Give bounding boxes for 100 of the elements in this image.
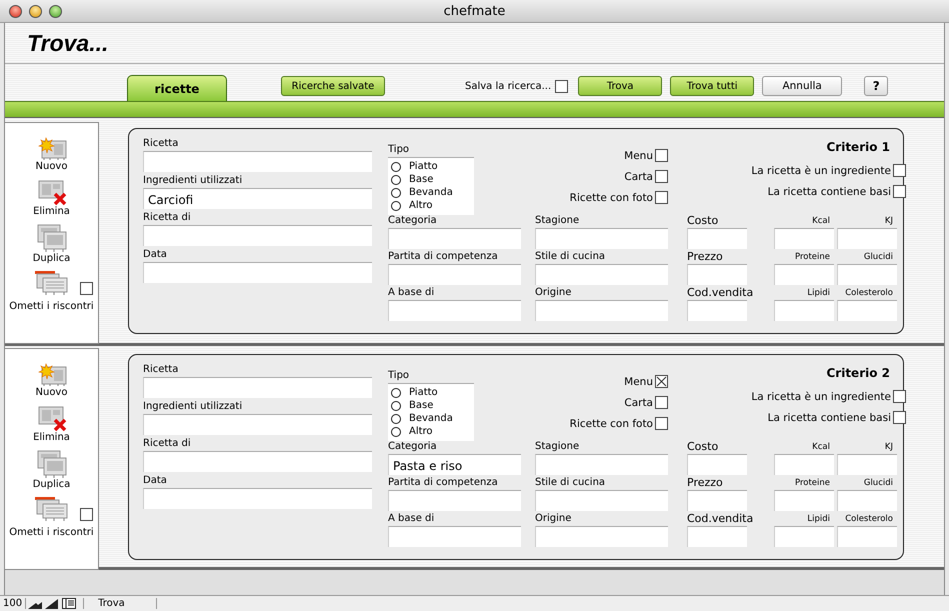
input-field[interactable] <box>774 490 834 511</box>
field-label: Categoria <box>388 440 438 454</box>
mode-indicator: Trova <box>83 598 158 609</box>
radio-option[interactable]: Piatto <box>391 160 474 173</box>
input-field[interactable] <box>774 228 834 249</box>
checkbox[interactable] <box>893 390 906 403</box>
checkbox[interactable] <box>655 375 668 388</box>
radio-option[interactable]: Altro <box>391 425 474 438</box>
checkbox[interactable] <box>555 80 568 93</box>
radio-option[interactable]: Altro <box>391 199 474 212</box>
find-button[interactable]: Trova tutti <box>670 76 754 96</box>
radio-option[interactable]: Piatto <box>391 386 474 399</box>
input-field[interactable] <box>837 300 897 321</box>
input-field[interactable] <box>535 490 668 511</box>
radio-button[interactable] <box>391 426 401 436</box>
sidebar-action[interactable]: Duplica <box>32 479 70 490</box>
input-field[interactable] <box>837 228 897 249</box>
checkbox[interactable] <box>893 411 906 424</box>
radio-option[interactable]: Base <box>391 173 474 186</box>
input-field[interactable] <box>388 228 521 249</box>
input-field[interactable] <box>143 488 372 509</box>
checkbox[interactable] <box>655 170 668 183</box>
input-field[interactable] <box>687 526 747 547</box>
input-field[interactable] <box>687 454 747 475</box>
checkbox[interactable] <box>655 149 668 162</box>
checkbox[interactable] <box>655 191 668 204</box>
field-label: Ricetta <box>143 137 180 151</box>
sidebar-action[interactable]: Ometti i riscontri <box>9 527 94 538</box>
input-field[interactable] <box>837 454 897 475</box>
radio-button[interactable] <box>391 388 401 398</box>
input-field[interactable]: Carciofi <box>143 188 372 209</box>
input-field[interactable] <box>143 377 372 398</box>
checkbox-label: La ricetta contiene basi <box>768 186 891 198</box>
input-field[interactable] <box>535 300 668 321</box>
input-field[interactable] <box>774 526 834 547</box>
radio-button[interactable] <box>391 162 401 172</box>
input-field[interactable] <box>143 414 372 435</box>
omit-records-icon <box>34 270 70 296</box>
input-field[interactable] <box>774 264 834 285</box>
radio-button[interactable] <box>391 400 401 410</box>
input-field[interactable] <box>143 451 372 472</box>
input-field[interactable] <box>774 300 834 321</box>
help-button[interactable]: ? <box>864 76 888 96</box>
radio-button[interactable] <box>391 200 401 210</box>
checkbox[interactable] <box>893 185 906 198</box>
checkbox[interactable] <box>80 508 93 521</box>
sidebar-action[interactable]: Nuovo <box>36 387 68 398</box>
sidebar-action[interactable]: Nuovo <box>36 161 68 172</box>
input-field[interactable] <box>143 151 372 172</box>
field-label: Prezzo <box>687 250 723 264</box>
layout-title: Trova... <box>27 30 108 56</box>
input-field[interactable] <box>687 490 747 511</box>
zoom-button[interactable] <box>49 4 62 18</box>
input-field[interactable] <box>535 228 668 249</box>
input-field[interactable] <box>837 526 897 547</box>
sidebar-action[interactable]: Elimina <box>33 206 70 217</box>
radio-button[interactable] <box>391 414 401 424</box>
input-field[interactable] <box>837 490 897 511</box>
radio-label: Bevanda <box>409 187 453 198</box>
input-field[interactable] <box>687 228 747 249</box>
field-label: Origine <box>535 286 572 300</box>
field-label: A base di <box>388 286 436 300</box>
field-label: Stagione <box>535 440 580 454</box>
input-field[interactable] <box>388 264 521 285</box>
input-field[interactable]: Pasta e riso <box>388 454 521 475</box>
input-field[interactable] <box>837 264 897 285</box>
input-field[interactable] <box>687 264 747 285</box>
input-field[interactable] <box>535 526 668 547</box>
input-field[interactable] <box>143 262 372 283</box>
radio-button[interactable] <box>391 188 401 198</box>
sidebar-action[interactable]: Ometti i riscontri <box>9 301 94 312</box>
input-field[interactable] <box>687 300 747 321</box>
find-button[interactable]: Trova <box>578 76 662 96</box>
input-field[interactable] <box>774 454 834 475</box>
radio-option[interactable]: Bevanda <box>391 186 474 199</box>
criteria-title: Criterio 2 <box>825 366 891 382</box>
input-field[interactable] <box>535 264 668 285</box>
radio-button[interactable] <box>391 174 401 184</box>
layout-toggle-icon[interactable] <box>61 597 78 610</box>
input-field[interactable] <box>388 300 521 321</box>
close-button[interactable] <box>9 4 22 18</box>
checkbox[interactable] <box>655 396 668 409</box>
cancel-button[interactable]: Annulla <box>762 76 842 96</box>
saved-searches-button[interactable]: Ricerche salvate <box>281 76 385 96</box>
field-label: Data <box>143 248 168 262</box>
checkbox[interactable] <box>893 164 906 177</box>
minimize-button[interactable] <box>29 4 42 18</box>
input-field[interactable] <box>388 526 521 547</box>
input-field[interactable] <box>535 454 668 475</box>
radio-option[interactable]: Base <box>391 399 474 412</box>
checkbox-label: Carta <box>624 170 653 182</box>
sidebar-action[interactable]: Duplica <box>32 253 70 264</box>
radio-option[interactable]: Bevanda <box>391 412 474 425</box>
checkbox[interactable] <box>655 417 668 430</box>
checkbox[interactable] <box>80 282 93 295</box>
window-title: chefmate <box>444 4 506 18</box>
input-field[interactable] <box>388 490 521 511</box>
sidebar-action[interactable]: Elimina <box>33 432 70 443</box>
input-field[interactable] <box>143 225 372 246</box>
tab[interactable]: ricette <box>127 75 227 101</box>
